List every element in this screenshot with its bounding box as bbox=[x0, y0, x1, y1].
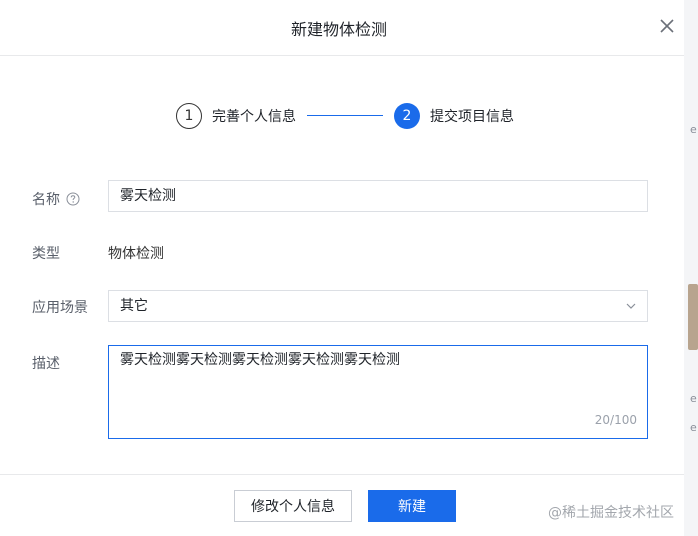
question-circle-icon[interactable] bbox=[66, 192, 80, 206]
create-detection-dialog: 新建物体检测 1 完善个人信息 2 提交项目信息 名称 雾天检测 类型 物体检测… bbox=[0, 0, 684, 536]
step-1: 1 完善个人信息 bbox=[176, 100, 296, 132]
chevron-down-icon bbox=[626, 303, 636, 309]
dialog-title: 新建物体检测 bbox=[290, 20, 387, 39]
name-label-group: 名称 bbox=[32, 189, 80, 209]
close-icon[interactable] bbox=[657, 16, 677, 36]
steps-indicator: 1 完善个人信息 2 提交项目信息 bbox=[0, 100, 684, 132]
step-2: 2 提交项目信息 bbox=[394, 100, 514, 132]
step-connector-line bbox=[307, 115, 383, 116]
step-2-number: 2 bbox=[394, 103, 420, 129]
step-2-label: 提交项目信息 bbox=[430, 109, 514, 125]
background-text-fragment: e bbox=[690, 421, 697, 434]
description-char-counter: 20/100 bbox=[594, 413, 637, 427]
background-image-fragment bbox=[688, 284, 698, 350]
description-label: 描述 bbox=[32, 356, 60, 372]
create-button[interactable]: 新建 bbox=[368, 490, 456, 522]
scene-label: 应用场景 bbox=[32, 300, 88, 316]
scene-select[interactable]: 其它 bbox=[108, 290, 648, 322]
page: e e e 新建物体检测 1 完善个人信息 2 提交项目信息 名称 雾天检测 类… bbox=[0, 0, 698, 536]
scene-select-value: 其它 bbox=[120, 298, 148, 314]
description-textarea[interactable]: 雾天检测雾天检测雾天检测雾天检测雾天检测 20/100 bbox=[108, 345, 648, 439]
edit-personal-info-button[interactable]: 修改个人信息 bbox=[234, 490, 352, 522]
type-label: 类型 bbox=[32, 246, 60, 262]
watermark: @稀土掘金技术社区 bbox=[548, 505, 674, 521]
step-1-number: 1 bbox=[176, 103, 202, 129]
step-1-label: 完善个人信息 bbox=[212, 109, 296, 125]
type-value: 物体检测 bbox=[108, 246, 164, 262]
name-label: 名称 bbox=[32, 192, 60, 208]
background-text-fragment: e bbox=[690, 123, 697, 136]
background-page-strip: e e e bbox=[684, 0, 698, 536]
dialog-header: 新建物体检测 bbox=[0, 0, 684, 56]
name-input[interactable]: 雾天检测 bbox=[108, 180, 648, 212]
background-text-fragment: e bbox=[690, 392, 697, 405]
description-text: 雾天检测雾天检测雾天检测雾天检测雾天检测 bbox=[120, 352, 400, 368]
